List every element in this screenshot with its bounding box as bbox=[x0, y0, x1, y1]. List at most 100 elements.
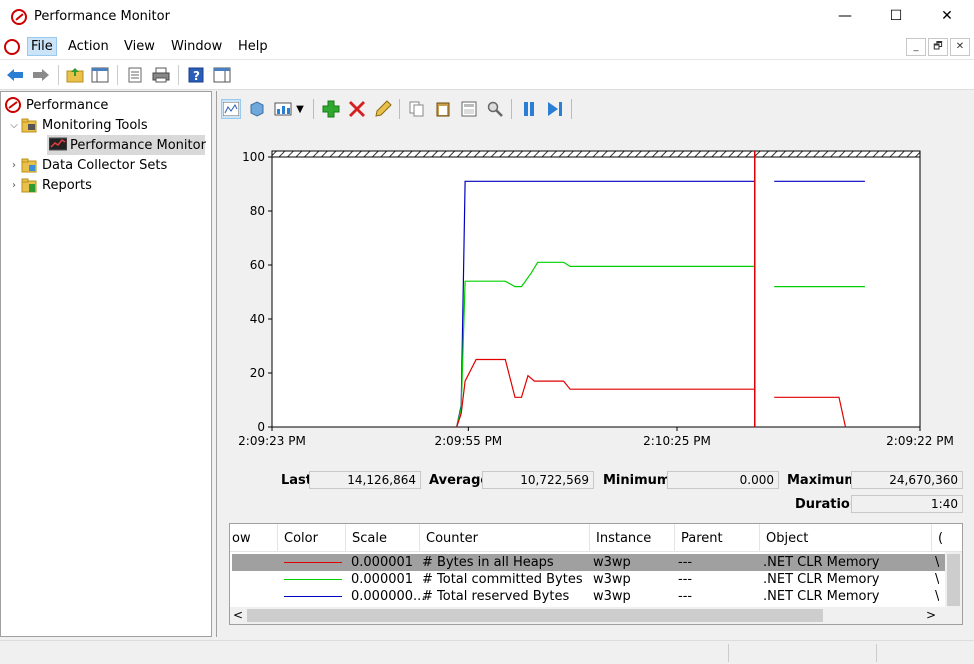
collapsed-arrow-icon[interactable]: › bbox=[7, 180, 21, 191]
help-icon[interactable]: ? bbox=[187, 66, 205, 84]
menu-view[interactable]: View bbox=[121, 38, 158, 55]
tree-item-reports[interactable]: › Reports bbox=[7, 175, 92, 195]
vertical-scrollbar[interactable] bbox=[945, 552, 962, 608]
column-parent[interactable]: Parent bbox=[675, 524, 760, 552]
last-label: Last bbox=[281, 473, 312, 488]
reports-icon bbox=[21, 177, 37, 193]
performance-monitor-app-icon bbox=[11, 9, 27, 25]
performance-monitor-chart-icon bbox=[49, 137, 65, 153]
close-button[interactable]: ✕ bbox=[924, 0, 970, 32]
cell-scale: 0.000000... bbox=[351, 588, 425, 605]
scroll-left-arrow-icon[interactable]: < bbox=[233, 607, 243, 624]
mdi-close-button[interactable]: ✕ bbox=[950, 38, 970, 56]
mdi-minimize-button[interactable]: _ bbox=[906, 38, 926, 56]
column-counter[interactable]: Counter bbox=[420, 524, 590, 552]
tree-label-performance: Performance bbox=[26, 98, 108, 113]
y-tick-label: 100 bbox=[242, 150, 265, 164]
cell-parent: --- bbox=[678, 571, 692, 588]
column-object[interactable]: Object bbox=[760, 524, 932, 552]
console-tree: Performance ⌵ Monitoring Tools Performan… bbox=[0, 91, 212, 637]
cell-object: .NET CLR Memory bbox=[763, 571, 880, 588]
properties-icon[interactable] bbox=[126, 66, 144, 84]
x-tick-label: 2:09:22 PM bbox=[886, 434, 954, 448]
cell-instance: w3wp bbox=[593, 588, 631, 605]
mdi-controls: _ 🗗 ✕ bbox=[906, 38, 970, 56]
cell-computer: \ bbox=[935, 571, 939, 588]
cell-parent: --- bbox=[678, 554, 692, 571]
duration-label: Duration bbox=[795, 497, 859, 512]
horizontal-scroll-thumb[interactable] bbox=[247, 609, 823, 622]
data-collector-sets-icon bbox=[21, 157, 37, 173]
tree-item-monitoring-tools[interactable]: ⌵ Monitoring Tools bbox=[7, 115, 148, 135]
mdi-restore-button[interactable]: 🗗 bbox=[928, 38, 948, 56]
window-title: Performance Monitor bbox=[34, 9, 170, 24]
cell-scale: 0.000001 bbox=[351, 571, 413, 588]
minimize-button[interactable]: — bbox=[822, 0, 868, 32]
tree-item-performance-monitor[interactable]: Performance Monitor bbox=[47, 135, 205, 155]
x-tick-label: 2:09:55 PM bbox=[435, 434, 503, 448]
scale-limit-band bbox=[272, 151, 920, 157]
back-icon[interactable] bbox=[6, 66, 24, 84]
forward-icon[interactable] bbox=[32, 66, 50, 84]
last-value: 14,126,864 bbox=[309, 471, 421, 489]
cell-parent: --- bbox=[678, 588, 692, 605]
table-row[interactable]: 0.000001 # Total committed Bytes w3wp --… bbox=[232, 571, 956, 588]
up-folder-icon[interactable] bbox=[66, 66, 84, 84]
horizontal-scrollbar[interactable]: < > bbox=[230, 607, 963, 624]
tree-label-performance-monitor: Performance Monitor bbox=[70, 138, 206, 153]
sort-ascending-icon: ^ bbox=[626, 523, 634, 530]
performance-monitor-pane: ▼ bbox=[216, 91, 974, 637]
folder-tools-icon bbox=[21, 117, 37, 133]
minimum-value: 0.000 bbox=[667, 471, 779, 489]
menu-bar: File Action View Window Help _ 🗗 ✕ bbox=[0, 34, 974, 60]
column-color[interactable]: Color bbox=[278, 524, 346, 552]
cell-computer: \ bbox=[935, 588, 939, 605]
menu-action[interactable]: Action bbox=[65, 38, 112, 55]
color-swatch bbox=[284, 579, 342, 580]
cell-counter: # Bytes in all Heaps bbox=[422, 554, 554, 571]
column-scale[interactable]: Scale bbox=[346, 524, 420, 552]
plot-area bbox=[272, 151, 920, 427]
tree-item-data-collector-sets[interactable]: › Data Collector Sets bbox=[7, 155, 167, 175]
expanded-arrow-icon[interactable]: ⌵ bbox=[7, 120, 21, 131]
show-hide-console-tree-icon[interactable] bbox=[91, 66, 109, 84]
x-tick-label: 2:09:23 PM bbox=[238, 434, 306, 448]
cell-counter: # Total reserved Bytes bbox=[422, 588, 569, 605]
x-tick-label: 2:10:25 PM bbox=[643, 434, 711, 448]
table-row[interactable]: 0.000001 # Bytes in all Heaps w3wp --- .… bbox=[232, 554, 956, 571]
tree-item-performance[interactable]: Performance bbox=[5, 95, 108, 115]
menu-help[interactable]: Help bbox=[235, 38, 271, 55]
status-bar bbox=[0, 640, 974, 664]
duration-value: 1:40 bbox=[851, 495, 963, 513]
minimum-label: Minimum bbox=[603, 473, 670, 488]
cell-instance: w3wp bbox=[593, 571, 631, 588]
maximum-label: Maximum bbox=[787, 473, 858, 488]
svg-text:?: ? bbox=[193, 69, 200, 83]
system-menu-icon[interactable] bbox=[4, 39, 20, 55]
main-toolbar: ? bbox=[0, 60, 974, 90]
vertical-scroll-thumb[interactable] bbox=[947, 554, 960, 606]
column-show[interactable]: ow bbox=[230, 524, 278, 552]
column-computer[interactable]: ( bbox=[932, 524, 963, 552]
cell-object: .NET CLR Memory bbox=[763, 588, 880, 605]
list-header: ow Color Scale Counter Instance ^ Parent… bbox=[230, 524, 963, 552]
menu-file[interactable]: File bbox=[27, 37, 57, 56]
show-hide-action-pane-icon[interactable] bbox=[213, 66, 231, 84]
cell-scale: 0.000001 bbox=[351, 554, 413, 571]
menu-window[interactable]: Window bbox=[168, 38, 225, 55]
y-tick-label: 60 bbox=[250, 258, 265, 272]
y-tick-label: 40 bbox=[250, 312, 265, 326]
average-label: Average bbox=[429, 473, 489, 488]
status-pane-2 bbox=[876, 644, 974, 662]
collapsed-arrow-icon[interactable]: › bbox=[7, 160, 21, 171]
cell-object: .NET CLR Memory bbox=[763, 554, 880, 571]
table-row[interactable]: 0.000000... # Total reserved Bytes w3wp … bbox=[232, 588, 956, 605]
cell-computer: \ bbox=[935, 554, 939, 571]
average-value: 10,722,569 bbox=[482, 471, 594, 489]
color-swatch bbox=[284, 562, 342, 563]
print-icon[interactable] bbox=[152, 66, 170, 84]
status-pane-1 bbox=[728, 644, 876, 662]
y-tick-label: 20 bbox=[250, 366, 265, 380]
maximize-button[interactable]: ☐ bbox=[873, 0, 919, 32]
scroll-right-arrow-icon[interactable]: > bbox=[926, 607, 936, 624]
